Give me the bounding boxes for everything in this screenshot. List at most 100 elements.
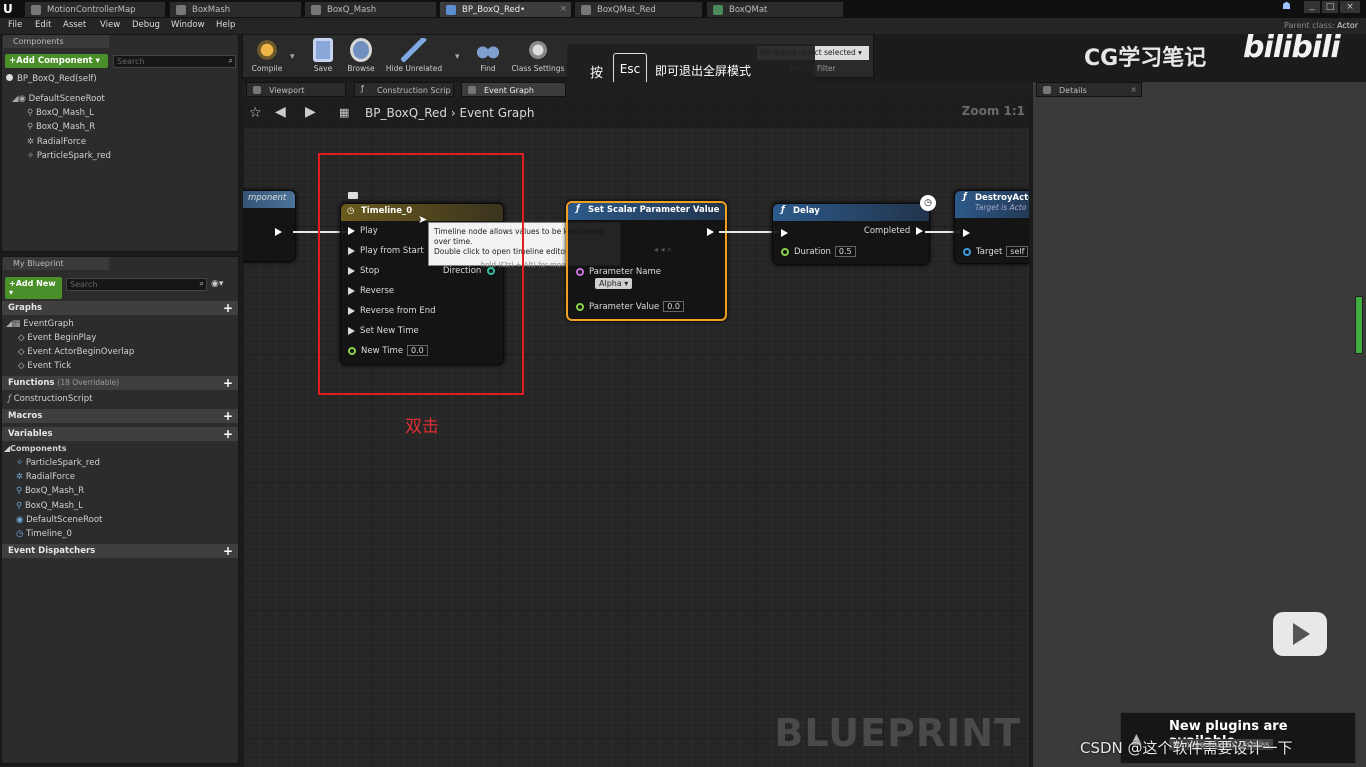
- scene-root-icon: ◢◉: [12, 94, 29, 104]
- breadcrumb-graph[interactable]: Event Graph: [460, 106, 535, 120]
- doc-tab-boxqmat-red[interactable]: BoxQMat_Red: [574, 1, 703, 18]
- delay-node[interactable]: ƒ Delay Completed Duration 0.5: [772, 203, 930, 265]
- parameter-name-dropdown[interactable]: Alpha ▾: [595, 278, 633, 289]
- tree-item-particlespark-red[interactable]: ✧ ParticleSpark_red: [27, 151, 111, 161]
- event-item-actorbeginoverlap[interactable]: ◇ Event ActorBeginOverlap: [18, 347, 134, 357]
- event-item-beginplay[interactable]: ◇ Event BeginPlay: [18, 333, 96, 343]
- pin-completed[interactable]: Completed: [864, 226, 923, 236]
- menu-edit[interactable]: Edit: [35, 20, 51, 30]
- doc-tab-boxmash[interactable]: BoxMash: [169, 1, 302, 18]
- exec-out-pin[interactable]: [707, 227, 719, 237]
- compile-options-chevron-icon[interactable]: ▾: [290, 52, 295, 62]
- parent-class-value[interactable]: Actor: [1337, 21, 1358, 30]
- event-item-tick[interactable]: ◇ Event Tick: [18, 361, 71, 371]
- components-search-input[interactable]: Search ⌕: [113, 55, 236, 68]
- exec-out-pin[interactable]: [275, 227, 287, 237]
- mesh-icon: [311, 5, 321, 15]
- pin-duration[interactable]: Duration 0.5: [781, 246, 856, 257]
- components-tab[interactable]: Components: [3, 35, 109, 48]
- favorite-star-icon[interactable]: ☆: [249, 105, 262, 121]
- hide-unrelated-button[interactable]: Hide Unrelated: [383, 36, 445, 76]
- event-graph-label: EventGraph: [23, 319, 74, 329]
- my-blueprint-tab[interactable]: My Blueprint: [3, 257, 109, 270]
- component-var-icon: ✲: [16, 472, 26, 482]
- add-dispatcher-icon[interactable]: +: [223, 544, 233, 558]
- class-settings-label: Class Settings: [511, 64, 565, 73]
- tab-event-graph[interactable]: Event Graph: [461, 82, 566, 97]
- construction-script-item[interactable]: ƒ ConstructionScript: [8, 394, 92, 404]
- tree-item-radialforce[interactable]: ✲ RadialForce: [27, 137, 86, 147]
- tree-item-boxq-mash-r[interactable]: ⚲ BoxQ_Mash_R: [27, 122, 95, 132]
- visibility-eye-icon[interactable]: ◉▾: [211, 279, 223, 289]
- menu-help[interactable]: Help: [216, 20, 235, 30]
- tree-item-boxq-mash-l[interactable]: ⚲ BoxQ_Mash_L: [27, 108, 94, 118]
- forward-arrow-icon[interactable]: ▶: [305, 104, 316, 120]
- hide-unrelated-chevron-icon[interactable]: ▾: [455, 52, 460, 62]
- doc-tab-boxq-mash[interactable]: BoxQ_Mash: [304, 1, 437, 18]
- event-graph-item[interactable]: ◢▦ EventGraph: [6, 319, 74, 329]
- event-dispatchers-section-header[interactable]: Event Dispatchers +: [2, 544, 238, 558]
- variable-item-radialforce[interactable]: ✲ RadialForce: [16, 472, 75, 482]
- menu-window[interactable]: Window: [171, 20, 205, 30]
- variable-item-boxq-mash-l[interactable]: ⚲ BoxQ_Mash_L: [16, 501, 83, 511]
- add-component-button[interactable]: +Add Component ▾: [5, 54, 108, 68]
- maximize-button[interactable]: □: [1322, 1, 1338, 13]
- variable-item-defaultsceneroot[interactable]: ◉ DefaultSceneRoot: [16, 515, 102, 525]
- graph-icon: ◢▦: [6, 319, 24, 329]
- self-item[interactable]: BP_BoxQ_Red(self): [6, 74, 97, 84]
- browse-button[interactable]: Browse: [338, 36, 384, 76]
- back-arrow-icon[interactable]: ◀: [275, 104, 286, 120]
- destroy-actor-node[interactable]: ƒ DestroyActo Target is Acto Target self: [954, 190, 1029, 264]
- left-node[interactable]: mponent: [243, 190, 296, 262]
- pin-parameter-value[interactable]: Parameter NameParameter Value0.0: [576, 301, 685, 312]
- component-var-icon: ⚲: [16, 501, 25, 511]
- tree-item-label: BoxQ_Mash_L: [35, 108, 95, 118]
- variable-item-particlespark-red[interactable]: ✧ ParticleSpark_red: [16, 458, 100, 468]
- compile-button[interactable]: Compile: [244, 36, 290, 76]
- set-scalar-parameter-node[interactable]: ƒ Set Scalar Parameter Value ◂ ◂ ⌕ Parame…: [566, 201, 727, 321]
- tab-details[interactable]: Details ×: [1036, 82, 1142, 97]
- macros-section-header[interactable]: Macros +: [2, 409, 238, 423]
- variables-section-header[interactable]: Variables +: [2, 427, 238, 441]
- blueprint-search-input[interactable]: Search ⌕: [66, 278, 207, 291]
- add-graph-icon[interactable]: +: [223, 301, 233, 315]
- feedback-icon[interactable]: ☗: [1282, 1, 1291, 12]
- volume-slider[interactable]: [1355, 296, 1363, 354]
- find-button[interactable]: Find: [465, 36, 511, 76]
- parameter-value-input[interactable]: 0.0: [663, 301, 685, 312]
- variable-item-timeline-0[interactable]: ◷ Timeline_0: [16, 529, 72, 539]
- exec-in-pin[interactable]: [781, 228, 793, 238]
- functions-section-header[interactable]: Functions (18 Overridable) +: [2, 376, 238, 390]
- add-new-button[interactable]: +Add New ▾: [5, 277, 62, 299]
- variable-item-boxq-mash-r[interactable]: ⚲ BoxQ_Mash_R: [16, 486, 84, 496]
- menu-file[interactable]: File: [8, 20, 22, 30]
- add-variable-icon[interactable]: +: [223, 427, 233, 441]
- doc-tab-boxqmat[interactable]: BoxQMat: [706, 1, 844, 18]
- close-window-button[interactable]: ×: [1340, 1, 1360, 13]
- menu-debug[interactable]: Debug: [132, 20, 160, 30]
- exec-in-pin[interactable]: [963, 228, 975, 238]
- pin-parameter-name[interactable]: Parameter Name: [576, 267, 661, 277]
- duration-input[interactable]: 0.5: [834, 246, 856, 257]
- close-icon[interactable]: ×: [560, 4, 567, 14]
- tab-construction-script[interactable]: ƒ Construction Scrip: [354, 82, 454, 97]
- menu-view[interactable]: View: [100, 20, 120, 30]
- minimize-button[interactable]: _: [1304, 1, 1320, 13]
- close-icon[interactable]: ×: [1130, 85, 1137, 94]
- doc-tab-motioncontrollermap[interactable]: MotionControllerMap: [24, 1, 166, 18]
- tab-viewport[interactable]: Viewport: [246, 82, 346, 97]
- tree-item-defaultsceneroot[interactable]: ◢◉ DefaultSceneRoot: [12, 94, 105, 104]
- add-function-icon[interactable]: +: [223, 376, 233, 390]
- doc-tab-bp-boxq-red[interactable]: BP_BoxQ_Red• ×: [439, 1, 572, 18]
- unreal-logo-icon[interactable]: U: [3, 2, 19, 16]
- graphs-section-header[interactable]: Graphs +: [2, 301, 238, 315]
- add-macro-icon[interactable]: +: [223, 409, 233, 423]
- breadcrumb-blueprint[interactable]: BP_BoxQ_Red: [365, 106, 447, 120]
- class-settings-button[interactable]: Class Settings: [510, 36, 566, 76]
- event-icon: ◇: [18, 333, 28, 343]
- menu-asset[interactable]: Asset: [63, 20, 86, 30]
- components-category[interactable]: ◢Components: [4, 444, 66, 453]
- event-graph-canvas[interactable]: ☆ ◀ ▶ ▦ BP_BoxQ_Red › Event Graph Zoom 1…: [243, 98, 1029, 767]
- pin-target[interactable]: Target self: [963, 246, 1029, 257]
- dispatchers-label: Event Dispatchers: [8, 546, 96, 556]
